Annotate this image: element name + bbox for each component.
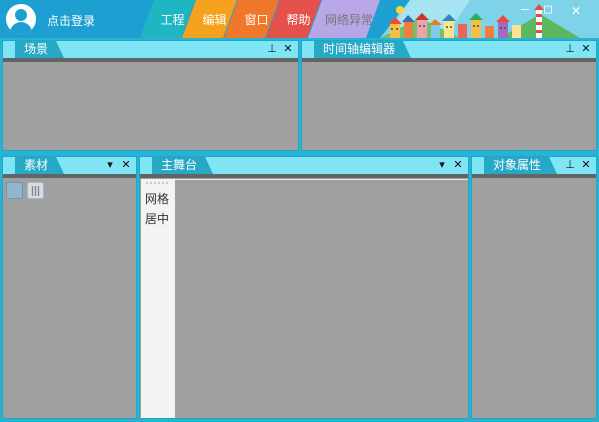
panel-header-divider [302, 58, 596, 62]
panel-close-icon[interactable]: ✕ [580, 42, 592, 56]
menu-help-label: 帮助 [286, 13, 311, 27]
pin-icon[interactable]: ⊥ [266, 42, 278, 56]
dropdown-arrow-icon[interactable]: ▾ [104, 158, 116, 172]
scene-panel: 场景 ⊥ ✕ [2, 40, 299, 151]
menu-edit-label: 编辑 [202, 13, 227, 27]
stage-panel-tab[interactable]: 主舞台 [152, 157, 213, 174]
login-link[interactable]: 点击登录 [47, 12, 95, 29]
panel-header-divider [3, 174, 136, 178]
dropdown-arrow-icon[interactable]: ▾ [436, 158, 448, 172]
stage-canvas-edge [175, 179, 468, 180]
panel-close-icon[interactable]: ✕ [282, 42, 294, 56]
materials-panel-header: 素材 ▾ ✕ [3, 157, 136, 174]
scene-panel-tab[interactable]: 场景 [15, 41, 64, 58]
pin-icon[interactable]: ⊥ [564, 158, 576, 172]
timeline-panel-tab[interactable]: 时间轴编辑器 [314, 41, 411, 58]
maximize-icon[interactable]: □ [539, 2, 557, 18]
scene-panel-header: 场景 ⊥ ✕ [3, 41, 298, 58]
timeline-panel-header: 时间轴编辑器 ⊥ ✕ [302, 41, 596, 58]
main-stage-panel: 主舞台 ▾ ✕ 网格 居中 [139, 156, 469, 419]
materials-panel-tab[interactable]: 素材 [15, 157, 64, 174]
delete-material-icon[interactable] [27, 182, 44, 199]
panel-close-icon[interactable]: ✕ [452, 158, 464, 172]
pin-icon[interactable]: ⊥ [564, 42, 576, 56]
stage-toolbar: 网格 居中 [141, 179, 175, 418]
menu-project-label: 工程 [160, 13, 185, 27]
title-bar: 点击登录 网络异常 帮助 窗口 编辑 工程 — □ ✕ [0, 0, 599, 38]
center-button[interactable]: 居中 [145, 210, 169, 227]
properties-panel-tab[interactable]: 对象属性 [484, 157, 557, 174]
properties-panel-header: 对象属性 ⊥ ✕ [472, 157, 596, 174]
panel-header-divider [140, 174, 468, 178]
menu-window-label: 窗口 [244, 13, 269, 27]
town-scenery-illustration [380, 0, 599, 38]
panel-close-icon[interactable]: ✕ [580, 158, 592, 172]
add-material-icon[interactable] [6, 182, 23, 199]
minimize-icon[interactable]: — [516, 2, 534, 18]
panel-header-divider [3, 58, 298, 62]
drag-handle-icon[interactable] [145, 182, 169, 184]
close-icon[interactable]: ✕ [567, 2, 585, 18]
timeline-editor-panel: 时间轴编辑器 ⊥ ✕ [301, 40, 597, 151]
materials-panel: 素材 ▾ ✕ [2, 156, 137, 419]
stage-panel-header: 主舞台 ▾ ✕ [140, 157, 468, 174]
panel-close-icon[interactable]: ✕ [120, 158, 132, 172]
grid-toggle[interactable]: 网格 [145, 190, 169, 207]
object-properties-panel: 对象属性 ⊥ ✕ [471, 156, 597, 419]
panel-header-divider [472, 174, 596, 178]
user-avatar-icon[interactable] [6, 4, 36, 34]
